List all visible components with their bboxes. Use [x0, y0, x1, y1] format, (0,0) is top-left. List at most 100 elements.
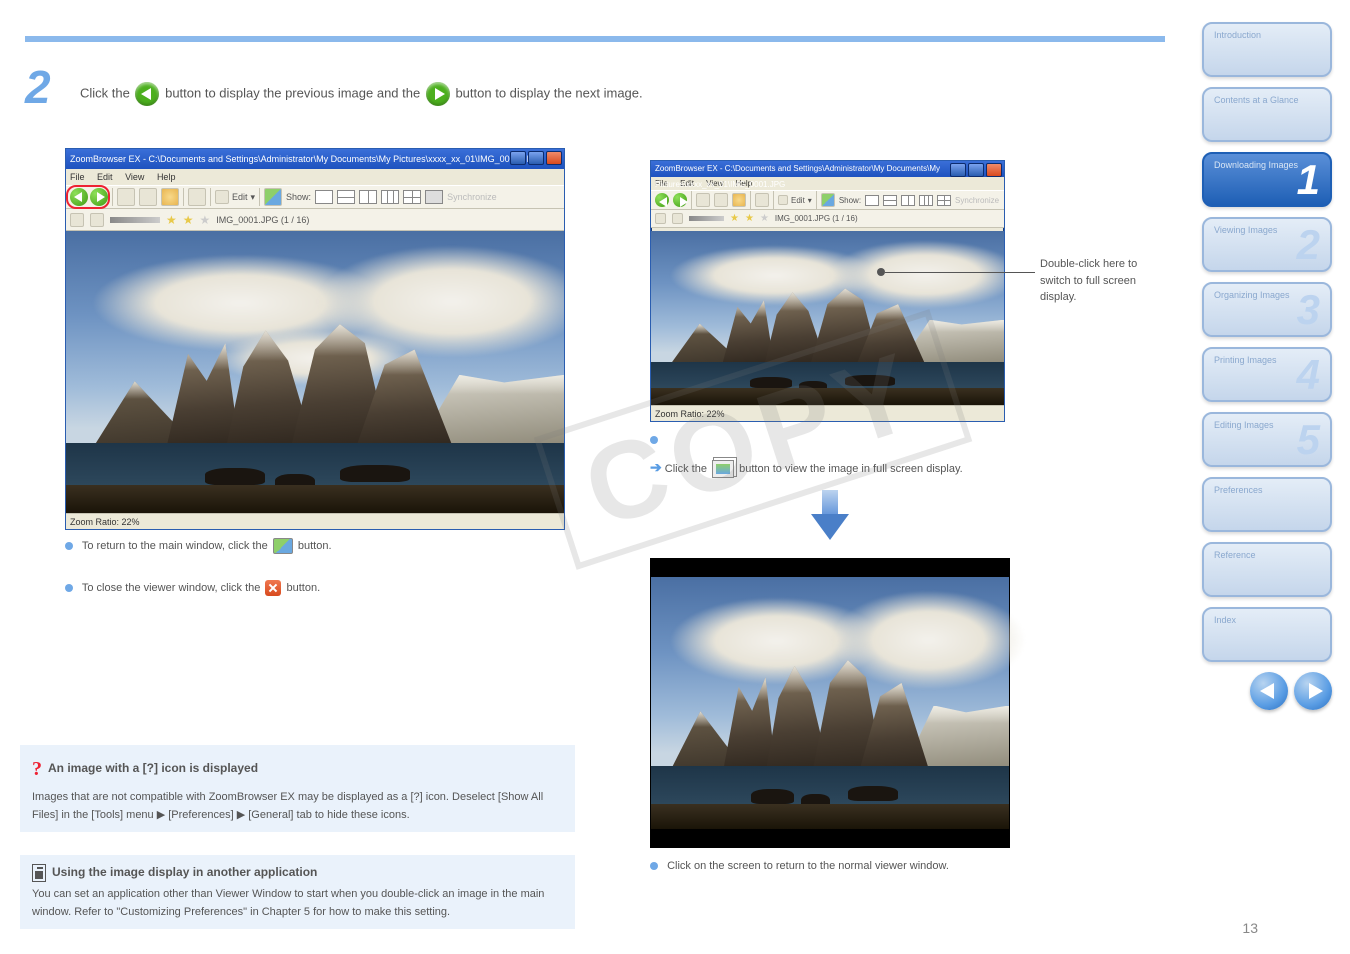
thumb-icon [90, 213, 104, 227]
bullet-return-main: To return to the main window, click the … [65, 538, 565, 555]
callout-text: Double-click here to switch to full scre… [1040, 256, 1170, 306]
pager-controls [1202, 672, 1332, 710]
toolbar: Edit ▾ Show: Synchronize [66, 185, 564, 209]
star-icon: ★ [166, 213, 177, 227]
red-highlight-ring [66, 185, 110, 209]
instruction-text: Click the [665, 463, 710, 475]
sidebar-item-contents-at-a-glance[interactable]: Contents at a Glance [1202, 87, 1332, 142]
down-arrow-icon [811, 490, 849, 540]
viewer-window-right: ZoomBrowser EX - C:\Documents and Settin… [650, 160, 1005, 422]
step-text-before: Click the [80, 85, 133, 100]
sync-label: Synchronize [447, 192, 497, 202]
star-icon: ★ [730, 213, 739, 224]
print-icon [755, 193, 769, 207]
zoom-slider [689, 216, 724, 221]
sidebar-item-introduction[interactable]: Introduction [1202, 22, 1332, 77]
menubar: File Edit View Help [66, 169, 564, 185]
bullet-text: button. [287, 582, 321, 594]
sidebar-item-number: 1 [1297, 156, 1320, 204]
step-text-after: button to display the next image. [455, 85, 642, 100]
bullet-text: Click on the screen to return to the nor… [667, 860, 949, 872]
note-heading: Using the image display in another appli… [52, 863, 317, 882]
file-info: IMG_0001.JPG (1 / 16) [216, 215, 309, 225]
pane-v [901, 195, 915, 206]
note-question: ?An image with a [?] icon is displayed I… [20, 745, 575, 832]
menu-help: Help [157, 172, 176, 182]
question-icon: ? [32, 753, 42, 785]
edit-dropdown: Edit ▾ [215, 190, 255, 204]
crop-icon [70, 213, 84, 227]
bullet-text: To close the viewer window, click the [82, 582, 264, 594]
window-controls [950, 163, 1002, 177]
sidebar-item-reference[interactable]: Reference [1202, 542, 1332, 597]
sidebar-item-label: Contents at a Glance [1214, 95, 1320, 106]
callout-dot [877, 268, 885, 276]
zoom-in-icon [117, 188, 135, 206]
return-to-main-icon [273, 538, 293, 554]
sidebar-item-label: Introduction [1214, 30, 1320, 41]
sidebar-item-number: 2 [1297, 221, 1320, 269]
sidebar-item-viewing-images[interactable]: Viewing Images2 [1202, 217, 1332, 272]
pane-1 [315, 190, 333, 204]
toolbar-next-icon [673, 193, 687, 207]
slideshow-icon [264, 188, 282, 206]
sidebar-item-number: 4 [1297, 351, 1320, 399]
instruction-text: button to view the image in full screen … [739, 463, 963, 475]
sidebar-item-index[interactable]: Index [1202, 607, 1332, 662]
pane-info [425, 190, 443, 204]
toolbar-secondary: ★ ★ ★ IMG_0001.JPG (1 / 16) [651, 210, 1004, 228]
zoom-out-icon [139, 188, 157, 206]
prev-arrow-icon [135, 82, 159, 106]
pane-h [883, 195, 897, 206]
sync-label: Synchronize [955, 196, 999, 205]
top-rule [25, 36, 1165, 42]
sidebar-item-downloading-images[interactable]: Downloading Images1 [1202, 152, 1332, 207]
bullet-fullscreen-return: Click on the screen to return to the nor… [650, 858, 1050, 875]
fullscreen-instruction: ➔ Click the button to view the image in … [650, 456, 1150, 479]
edit-dropdown: Edit ▾ [778, 195, 812, 205]
viewer-window-left: ZoomBrowser EX - C:\Documents and Settin… [65, 148, 565, 530]
page-next-button[interactable] [1294, 672, 1332, 710]
pane-4 [937, 195, 951, 206]
menu-view: View [125, 172, 144, 182]
sidebar-item-preferences[interactable]: Preferences [1202, 477, 1332, 532]
show-label: Show: [839, 196, 861, 205]
titlebar: ZoomBrowser EX - C:\Documents and Settin… [66, 149, 564, 169]
pane-1 [865, 195, 879, 206]
page-prev-button[interactable] [1250, 672, 1288, 710]
print-icon [188, 188, 206, 206]
window-title: ZoomBrowser EX - C:\Documents and Settin… [70, 154, 540, 164]
zoom-in-icon [696, 193, 710, 207]
star-icon: ★ [760, 213, 769, 224]
sidebar-item-label: Preferences [1214, 485, 1320, 496]
image-viewport [66, 231, 564, 513]
step-instruction: Click the button to display the previous… [80, 82, 643, 106]
sidebar-item-editing-images[interactable]: Editing Images5 [1202, 412, 1332, 467]
close-icon [265, 580, 281, 596]
toolbar-prev-icon [655, 193, 669, 207]
show-label: Show: [286, 192, 311, 202]
bullet-text: button. [298, 540, 332, 552]
status-bar: Zoom Ratio: 22% [66, 513, 564, 529]
titlebar: ZoomBrowser EX - C:\Documents and Settin… [651, 161, 1004, 177]
toolbar: Edit ▾ Show: Synchronize [651, 190, 1004, 210]
next-arrow-icon [426, 82, 450, 106]
pane-4 [403, 190, 421, 204]
toolbar-secondary: ★ ★ ★ IMG_0001.JPG (1 / 16) [66, 209, 564, 231]
slideshow-button-icon [712, 460, 734, 478]
file-info: IMG_0001.JPG (1 / 16) [775, 214, 858, 223]
sidebar-item-organizing-images[interactable]: Organizing Images3 [1202, 282, 1332, 337]
note-body: Images that are not compatible with Zoom… [32, 789, 563, 824]
menu-file: File [70, 172, 85, 182]
star-icon: ★ [183, 213, 194, 227]
image-viewport [651, 231, 1004, 405]
crop-icon [655, 213, 666, 224]
photo-mountain [651, 231, 1004, 405]
status-bar: Zoom Ratio: 22% [651, 405, 1004, 421]
bullet-text: To return to the main window, click the [82, 540, 271, 552]
menu-edit: Edit [97, 172, 113, 182]
photo-mountain [66, 231, 564, 513]
sidebar-item-printing-images[interactable]: Printing Images4 [1202, 347, 1332, 402]
bullet-icon-only [650, 432, 1030, 449]
bullet-close-viewer: To close the viewer window, click the bu… [65, 580, 565, 597]
